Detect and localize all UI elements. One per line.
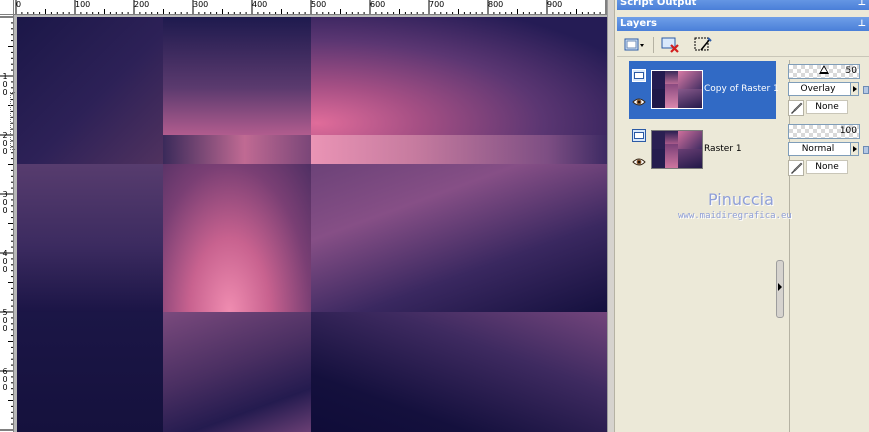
raster-layer-icon[interactable] [632,129,646,142]
image-workspace[interactable]: 0 100 200 300 400 500 600 700 800 900 1 … [0,0,614,432]
visibility-eye-icon[interactable] [632,157,646,167]
layer-thumbnail[interactable] [651,70,703,109]
brush-icon[interactable] [788,160,804,176]
watermark-title: Pinuccia [708,190,774,209]
canvas-tile [311,17,607,135]
collapse-panel-button[interactable] [776,260,784,318]
layers-header[interactable]: Layers ⊥ [617,17,869,31]
chevron-right-icon [778,283,782,291]
panel-title: Script Output [620,0,697,8]
canvas-tile [17,17,163,164]
watermark-url: www.maidiregrafica.eu [678,211,792,221]
new-layer-button[interactable] [623,36,645,54]
layer-rows: Copy of Raster 1 Raster 1 [629,60,779,180]
opacity-value: 100 [839,126,857,136]
ruler-vertical: 1 0 0 2 0 0 3 0 0 4 0 0 5 0 0 6 0 0 [0,15,14,432]
delete-layer-button[interactable] [661,36,681,54]
slider-thumb-icon[interactable] [819,65,829,74]
blend-mode-select[interactable]: Normal [788,142,858,156]
canvas-tile [17,312,163,432]
canvas-tile [163,135,311,164]
panel-title: Layers [620,18,657,29]
script-output-header[interactable]: Script Output ⊥ [617,0,869,10]
canvas-tile [163,164,311,312]
mask-icon [694,37,712,51]
ruler-ticks [15,0,607,14]
canvas-tile [163,312,311,432]
delete-layer-icon [661,37,679,53]
pin-icon[interactable]: ⊥ [858,0,866,10]
ruler-corner [0,0,14,15]
mask-mode-select[interactable]: None [806,160,848,174]
layer-group-connector [10,92,15,150]
opacity-slider[interactable]: 100 [788,124,860,139]
layer-properties-copy-of-raster-1: 50 Overlay None [788,64,869,120]
mask-mode-select[interactable]: None [806,100,848,114]
raster-layer-icon[interactable] [632,69,646,82]
opacity-slider[interactable]: 50 [788,64,860,79]
vertical-scrollbar[interactable] [607,0,614,432]
layer-row-copy-of-raster-1[interactable]: Copy of Raster 1 [629,61,779,119]
layer-properties-raster-1: 100 Normal None [788,124,869,180]
blend-mode-dropdown-arrow[interactable] [850,142,859,156]
layer-row-raster-1[interactable]: Raster 1 [629,121,776,179]
canvas-tile [311,135,607,164]
ruler-horizontal: 0 100 200 300 400 500 600 700 800 900 [14,0,608,15]
canvas-tile [17,164,163,312]
link-icon[interactable] [863,86,869,94]
brush-icon[interactable] [788,100,804,116]
layer-name[interactable]: Copy of Raster 1 [704,83,786,95]
new-layer-icon [624,38,644,51]
blend-mode-dropdown-arrow[interactable] [850,82,859,96]
canvas-tile [311,164,607,312]
canvas-tile [163,17,311,135]
opacity-value: 50 [845,66,857,76]
layer-name[interactable]: Raster 1 [704,143,786,155]
image-canvas[interactable] [17,17,607,432]
toolbar-separator [653,37,654,53]
layer-thumbnail[interactable] [651,130,703,169]
mask-button[interactable] [693,36,713,54]
visibility-eye-icon[interactable] [632,97,646,107]
pin-icon[interactable]: ⊥ [858,17,866,31]
ruler-ticks [0,16,13,431]
link-icon[interactable] [863,146,869,154]
canvas-tile [311,312,607,432]
blend-mode-select[interactable]: Overlay [788,82,858,96]
layers-toolbar [617,33,869,57]
